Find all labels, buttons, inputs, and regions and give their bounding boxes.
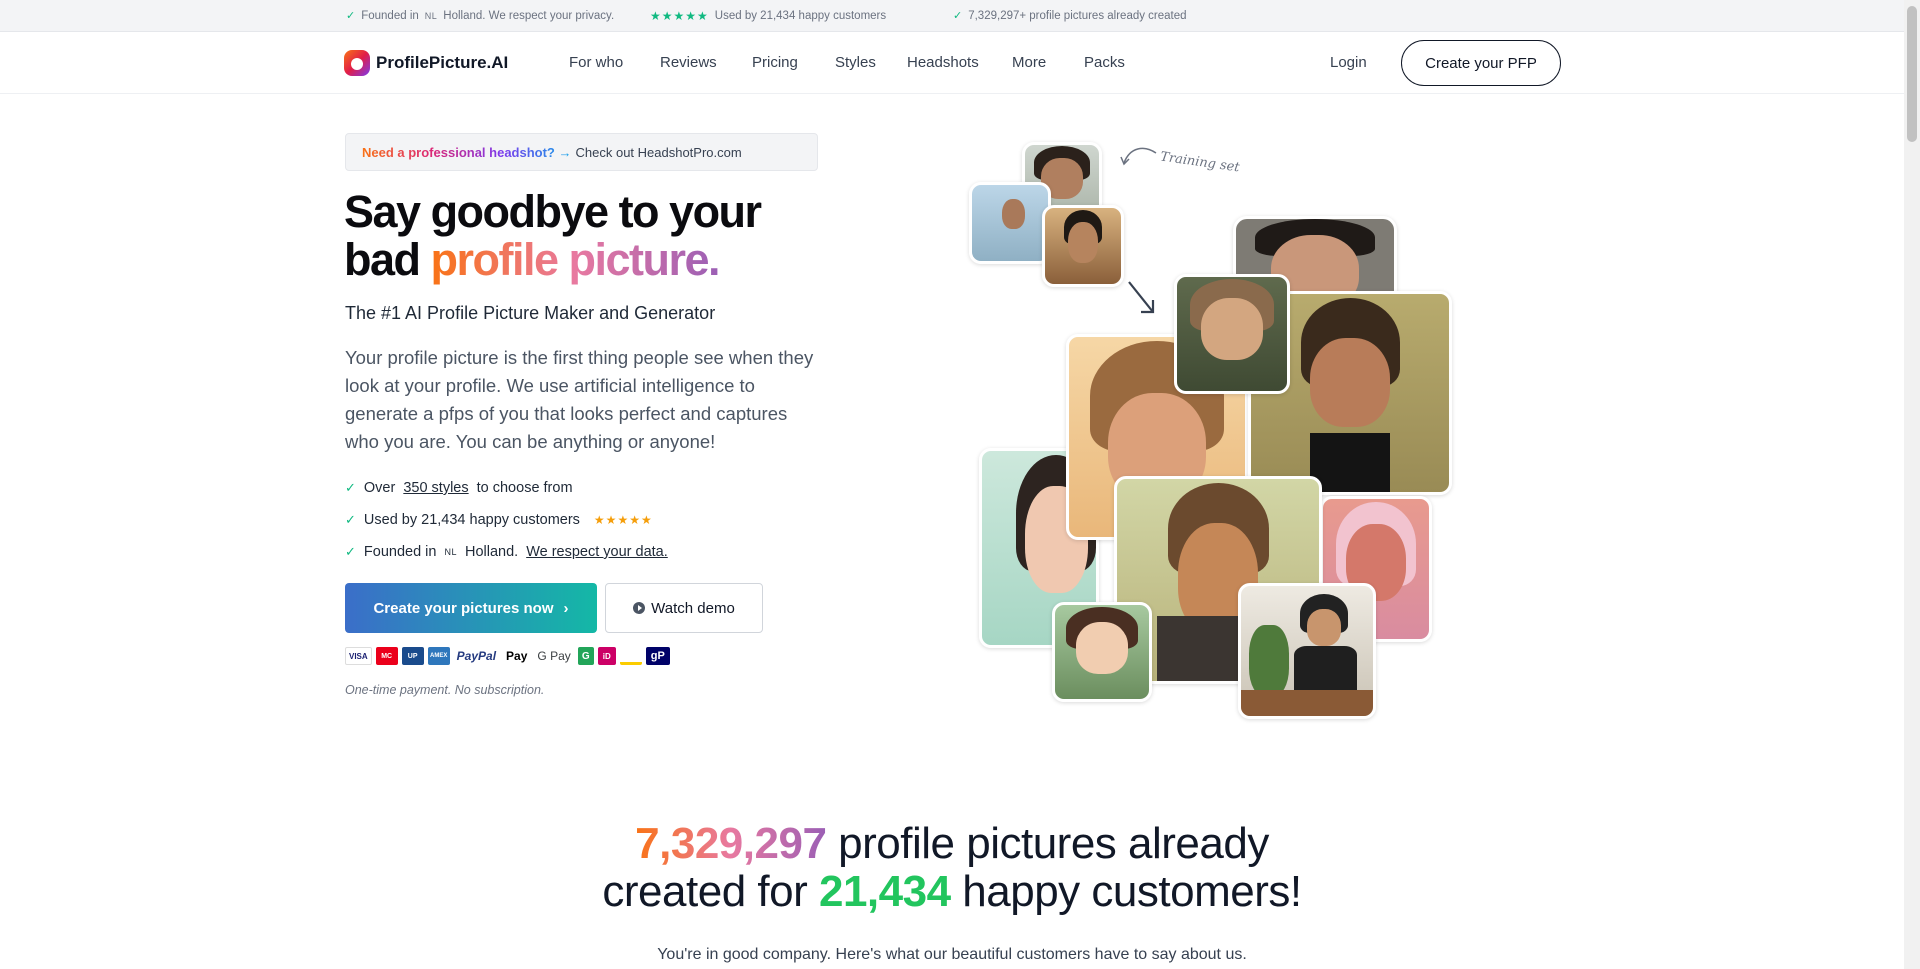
hero-subtitle: The #1 AI Profile Picture Maker and Gene… [345,303,716,323]
create-pictures-button[interactable]: Create your pictures now › [345,583,597,633]
photo-top [1293,645,1358,690]
headshot-promo-link[interactable]: Need a professional headshot? → Check ou… [345,133,818,171]
nav-styles[interactable]: Styles [835,54,876,71]
photo-face [1075,621,1129,674]
created-note: ✓ 7,329,297+ profile pictures already cr… [953,9,1187,23]
pictures-count: 7,329,297 [635,819,827,868]
paypal-icon: PayPal [456,649,497,663]
amex-icon: AMEX [427,647,450,665]
generated-photo [1238,583,1376,719]
star-rating-icon: ★★★★★ [593,513,653,527]
list-item: ✓ Founded in NL Holland. We respect your… [345,544,668,560]
photo-face [1067,221,1099,264]
photo-face [1310,337,1390,427]
scrollbar[interactable] [1904,0,1920,969]
visa-icon: VISA [345,647,372,665]
check-icon: ✓ [345,544,356,559]
feature-list: ✓ Over 350 styles to choose from ✓ Used … [345,472,668,568]
nav-more[interactable]: More [1012,54,1046,71]
watch-demo-button[interactable]: Watch demo [605,583,763,633]
nav-reviews[interactable]: Reviews [660,54,717,71]
privacy-link[interactable]: We respect your data. [526,544,668,560]
hero-title: Say goodbye to your bad profile picture. [344,186,762,285]
play-icon [633,602,646,614]
nav-pricing[interactable]: Pricing [752,54,798,71]
check-icon: ✓ [345,480,356,495]
google-pay-icon: G Pay [537,649,571,663]
training-photo [1042,205,1124,287]
main-nav: ProfilePicture.AI For who Reviews Pricin… [0,32,1904,94]
logo-icon [344,50,370,76]
check-icon: ✓ [346,10,356,22]
nl-flag-icon: NL [444,547,457,557]
announcement-bar: ✓ Founded in NL Holland. We respect your… [0,0,1904,32]
photo-face [1307,609,1342,646]
nl-flag-icon: NL [424,10,438,21]
nav-packs[interactable]: Packs [1084,54,1125,71]
apple-pay-icon: Pay [506,649,528,663]
mastercard-icon: MC [375,647,398,665]
customers-count: 21,434 [818,867,951,916]
ideal-icon: iD [597,647,616,665]
site-logo[interactable]: ProfilePicture.AI [344,50,508,76]
customers-note: ★★★★★ Used by 21,434 happy customers [650,9,887,23]
arrow-down-right-icon [1128,281,1155,314]
photo-face [1201,297,1263,361]
check-icon: ✓ [345,512,356,527]
giropay-icon: G [577,647,594,665]
gp-icon: gP [645,647,670,665]
unionpay-icon: UP [401,647,424,665]
generated-photo [1174,274,1290,394]
photo-plant [1248,625,1289,697]
stats-heading: 7,329,297 profile pictures already creat… [602,819,1302,916]
payment-note: One-time payment. No subscription. [345,683,545,697]
reviews-tagline: You're in good company. Here's what our … [657,946,1247,963]
styles-link[interactable]: 350 styles [403,480,468,496]
list-item: ✓ Used by 21,434 happy customers ★★★★★ [345,512,653,528]
photo-suit [1310,432,1390,492]
bancontact-icon: bancontact [619,647,642,665]
nav-for-who[interactable]: For who [569,54,623,71]
curved-arrow-icon [1120,147,1157,166]
payment-methods: VISA MC UP AMEX PayPal Pay G Pay G iD ba… [345,647,670,665]
photo-table [1241,690,1373,716]
login-link[interactable]: Login [1330,54,1367,71]
founded-note: ✓ Founded in NL Holland. We respect your… [346,9,615,23]
chevron-right-icon: › [563,599,569,617]
training-photo [969,182,1051,264]
training-set-label: Training set [1159,149,1241,176]
photo-face [1002,198,1026,230]
hero-description: Your profile picture is the first thing … [345,347,814,452]
nav-headshots[interactable]: Headshots [907,54,979,71]
scrollbar-thumb[interactable] [1907,6,1917,142]
check-icon: ✓ [953,10,963,22]
create-pfp-button[interactable]: Create your PFP [1401,40,1561,86]
generated-photo [1052,602,1152,702]
list-item: ✓ Over 350 styles to choose from [345,480,573,496]
star-rating-icon: ★★★★★ [650,9,709,23]
